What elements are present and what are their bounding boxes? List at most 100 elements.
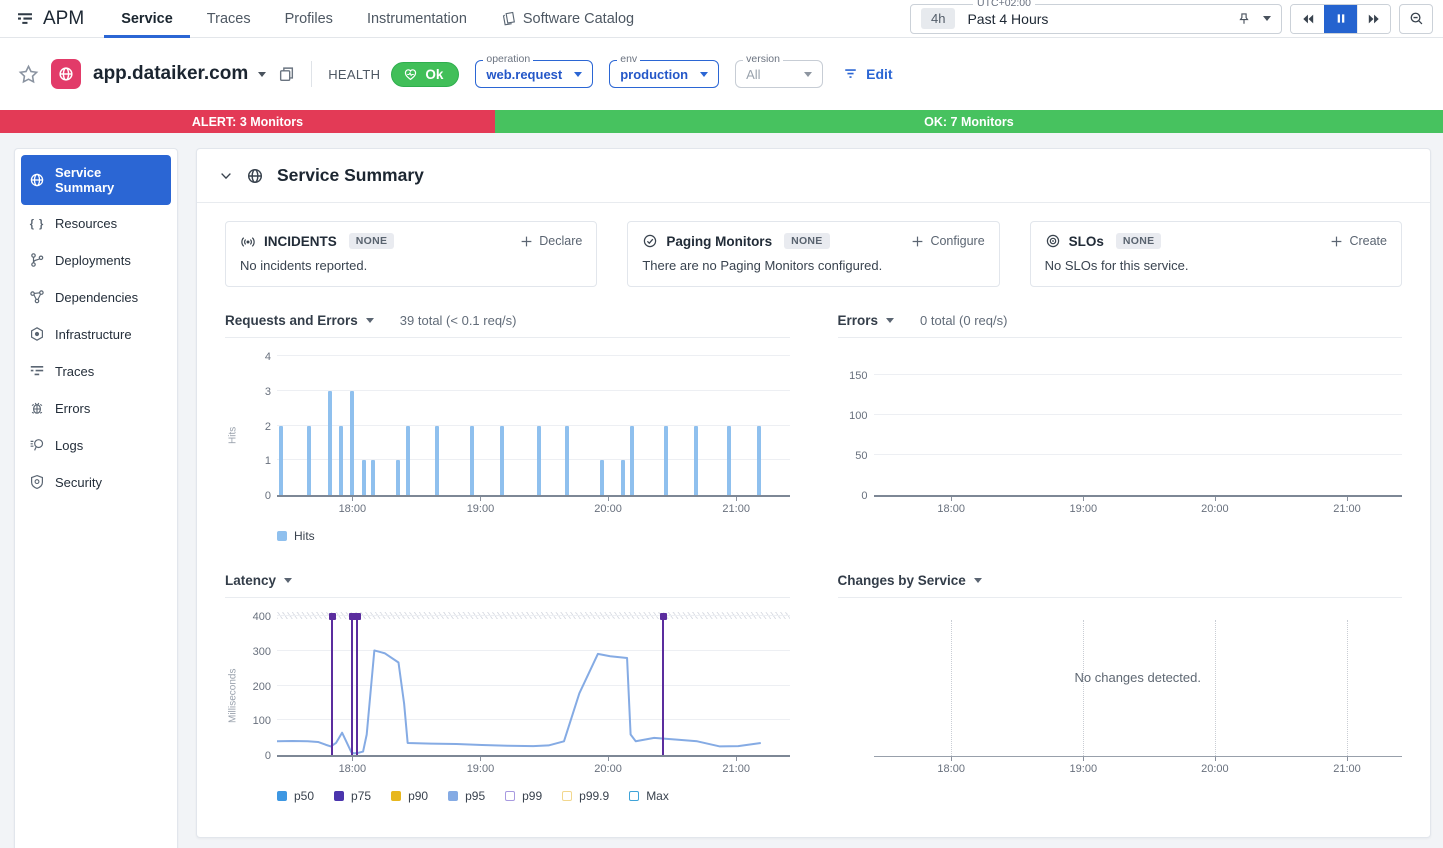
pin-icon[interactable] [1237, 12, 1251, 26]
incidents-none-badge: NONE [349, 233, 395, 249]
tick-mark [480, 757, 481, 761]
tick-mark [1083, 497, 1084, 501]
requests-errors-chart: Requests and Errors 39 total (< 0.1 req/… [225, 309, 790, 545]
xtick-label: 18:00 [937, 503, 965, 515]
zoom-out-button[interactable] [1399, 4, 1433, 34]
xtick-label: 19:00 [1070, 763, 1098, 775]
changes-plot[interactable]: No changes detected. [874, 612, 1403, 757]
charts-grid: Requests and Errors 39 total (< 0.1 req/… [225, 309, 1402, 805]
changes-title-dropdown[interactable]: Changes by Service [838, 573, 982, 588]
time-controls: UTC+02:00 4h Past 4 Hours [910, 4, 1433, 34]
ytick-label: 0 [237, 750, 271, 762]
apm-service-page: APM Service Traces Profiles Instrumentat… [0, 0, 1443, 848]
configure-monitors-button[interactable]: Configure [911, 234, 984, 248]
shield-icon [29, 474, 45, 490]
legend-item-p99[interactable]: p99 [505, 789, 542, 803]
hits-bar [339, 426, 343, 496]
summary-cards: INCIDENTS NONE Declare No incidents repo… [225, 221, 1402, 287]
service-switcher-caret[interactable] [258, 72, 266, 77]
tab-profiles[interactable]: Profiles [268, 0, 350, 38]
sidebar-item-logs[interactable]: Logs [21, 427, 171, 463]
tick-mark [1347, 497, 1348, 501]
gridline [874, 414, 1403, 415]
ytick-label: 200 [237, 681, 271, 693]
paging-monitors-card: Paging Monitors NONE Configure There are… [627, 221, 999, 287]
requests-total: 39 total (< 0.1 req/s) [400, 313, 517, 328]
health-status-badge[interactable]: Ok [391, 62, 459, 87]
braces-icon: { } [29, 218, 45, 230]
sidebar-item-traces[interactable]: Traces [21, 353, 171, 389]
heart-pulse-icon [403, 67, 418, 82]
sidebar-item-infrastructure[interactable]: Infrastructure [21, 316, 171, 352]
tick-mark [736, 757, 737, 761]
legend-item-p90[interactable]: p90 [391, 789, 428, 803]
legend-item-Max[interactable]: Max [629, 789, 669, 803]
sidebar-item-deployments[interactable]: Deployments [21, 242, 171, 278]
sidebar-item-dependencies[interactable]: Dependencies [21, 279, 171, 315]
fast-forward-button[interactable] [1357, 5, 1390, 33]
tick-mark [1083, 757, 1084, 761]
slos-title: SLOs [1069, 234, 1104, 249]
legend-item-p50[interactable]: p50 [277, 789, 314, 803]
latency-chart: Latency Milliseconds 0100200300400 18:00… [225, 569, 790, 805]
operation-filter[interactable]: operation web.request [475, 60, 593, 88]
edit-button[interactable]: Edit [843, 66, 892, 82]
paging-monitors-message: There are no Paging Monitors configured. [642, 258, 984, 273]
legend-item-p95[interactable]: p95 [448, 789, 485, 803]
time-range-badge: 4h [921, 8, 955, 29]
traces-icon [29, 363, 45, 379]
top-nav: APM Service Traces Profiles Instrumentat… [0, 0, 1443, 38]
latency-legend: p50 p75 p90 p95 p99 p99.9 Max [277, 789, 790, 803]
service-header: app.dataiker.com HEALTH Ok operation web… [0, 38, 1443, 110]
xtick-label: 20:00 [1201, 763, 1229, 775]
ok-monitors-segment[interactable]: OK: 7 Monitors [495, 110, 1443, 133]
collapse-chevron-icon[interactable] [219, 169, 233, 183]
ytick-label: 1 [237, 455, 271, 467]
favorite-star-icon[interactable] [18, 64, 39, 85]
hits-bar [362, 460, 366, 495]
legend-item-p75[interactable]: p75 [334, 789, 371, 803]
hits-bar [664, 426, 668, 496]
sidebar-item-security[interactable]: Security [21, 464, 171, 500]
bug-icon [29, 400, 45, 416]
spike-cap [329, 613, 336, 620]
tick-mark [951, 757, 952, 761]
declare-incident-button[interactable]: Declare [520, 234, 582, 248]
changes-chart: Changes by Service No changes detected. … [838, 569, 1403, 805]
requests-errors-title-dropdown[interactable]: Requests and Errors [225, 313, 374, 328]
tab-instrumentation[interactable]: Instrumentation [350, 0, 484, 38]
alert-monitors-segment[interactable]: ALERT: 3 Monitors [0, 110, 495, 133]
sidebar-item-resources[interactable]: { } Resources [21, 206, 171, 241]
pause-icon [1335, 12, 1347, 25]
legend-item-Hits[interactable]: Hits [277, 529, 315, 543]
errors-plot[interactable]: 050100150 [874, 352, 1403, 497]
rewind-icon [1300, 12, 1315, 26]
copy-icon[interactable] [278, 66, 295, 83]
hits-bar [600, 460, 604, 495]
panel-body: INCIDENTS NONE Declare No incidents repo… [197, 203, 1430, 805]
version-filter[interactable]: version All [735, 60, 823, 88]
sidebar-item-errors[interactable]: Errors [21, 390, 171, 426]
chevron-down-icon[interactable] [1263, 16, 1271, 21]
time-range-selector[interactable]: UTC+02:00 4h Past 4 Hours [910, 4, 1282, 34]
create-slo-button[interactable]: Create [1330, 234, 1387, 248]
env-filter[interactable]: env production [609, 60, 719, 88]
tab-service[interactable]: Service [104, 0, 190, 38]
pause-button[interactable] [1324, 5, 1357, 33]
service-type-icon[interactable] [51, 59, 81, 89]
hits-bar [435, 426, 439, 496]
tab-software-catalog[interactable]: Software Catalog [484, 0, 651, 38]
rewind-button[interactable] [1291, 5, 1324, 33]
errors-title-dropdown[interactable]: Errors [838, 313, 895, 328]
dependencies-icon [29, 289, 45, 305]
latency-plot[interactable]: 0100200300400 [277, 612, 790, 757]
tab-traces[interactable]: Traces [190, 0, 268, 38]
sidebar-item-service-summary[interactable]: Service Summary [21, 155, 171, 205]
requests-plot[interactable]: 01234 [277, 352, 790, 497]
gridline [277, 355, 790, 356]
legend-item-p99.9[interactable]: p99.9 [562, 789, 609, 803]
latency-title-dropdown[interactable]: Latency [225, 573, 292, 588]
hits-bar [350, 391, 354, 495]
chevron-down-icon [284, 578, 292, 583]
service-name: app.dataiker.com [93, 63, 248, 85]
